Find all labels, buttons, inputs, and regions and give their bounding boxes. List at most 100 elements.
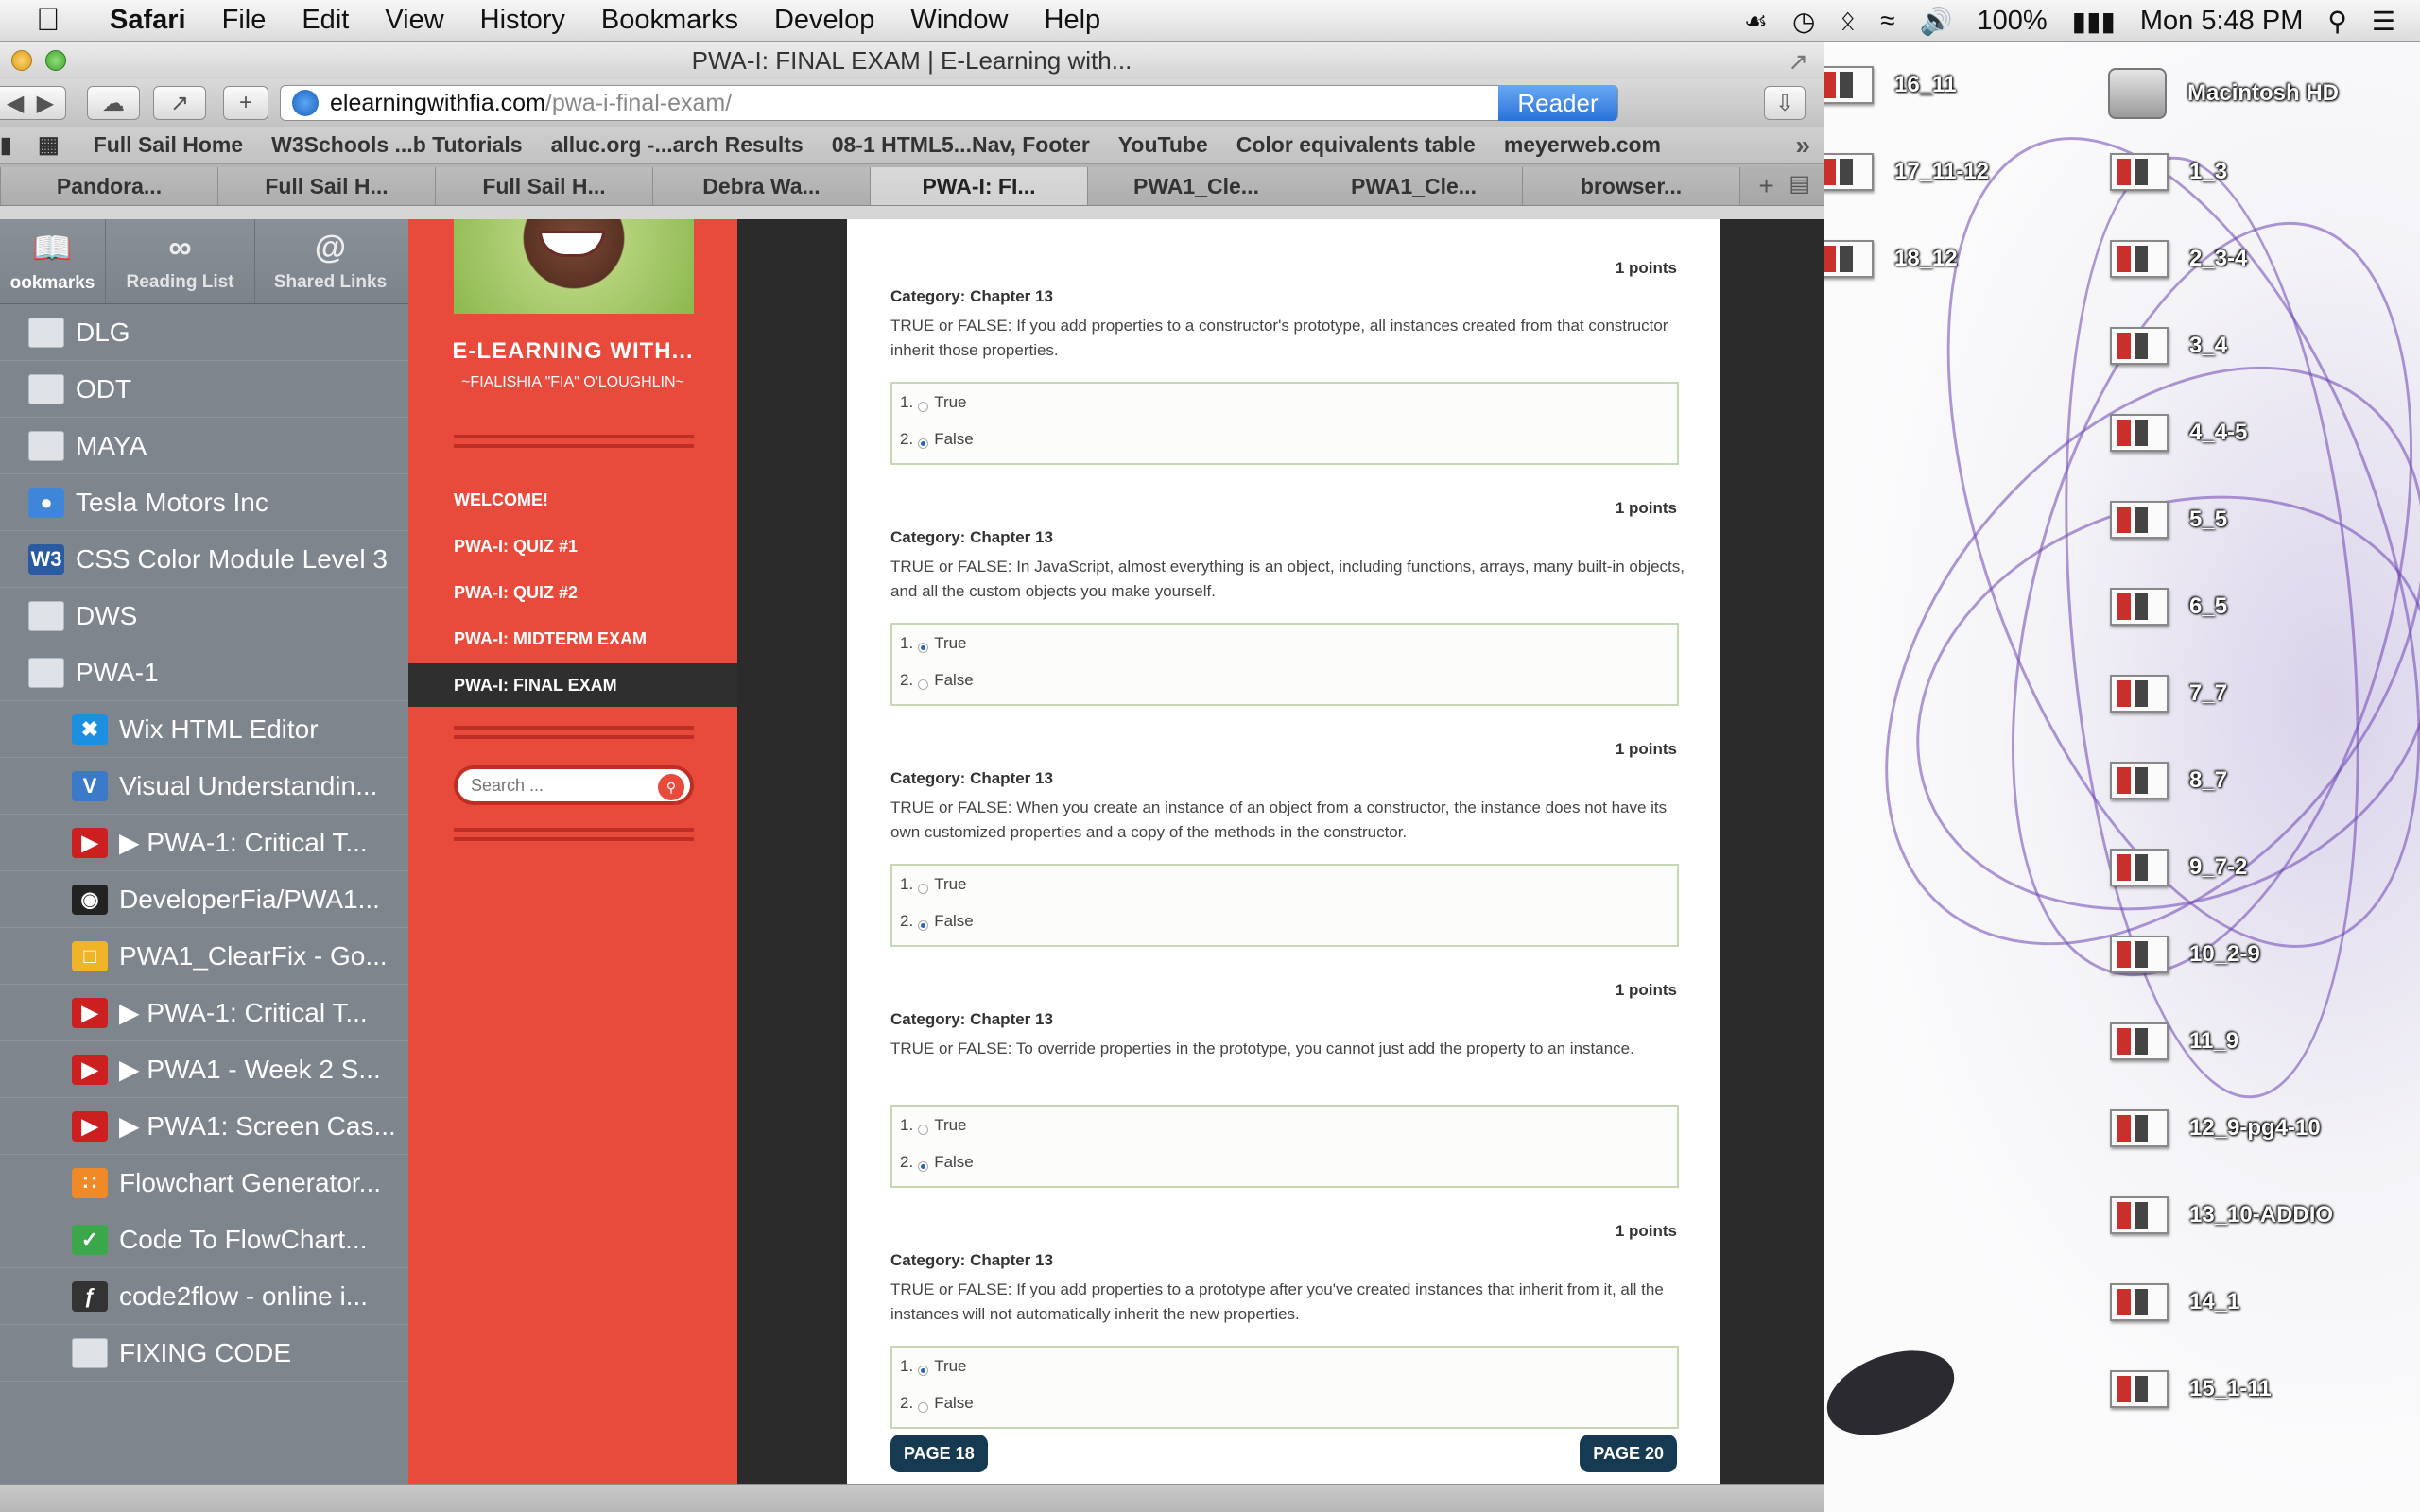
- bluetooth-icon[interactable]: ᛟ: [1840, 6, 1856, 36]
- next-page-button[interactable]: PAGE 20: [1580, 1435, 1677, 1472]
- new-tab-plus-icon[interactable]: +: [1739, 167, 1792, 205]
- address-bar[interactable]: elearningwithfia.com/pwa-i-final-exam/ ↻…: [280, 85, 1618, 121]
- desktop-file-icon[interactable]: 18_12: [1824, 240, 1958, 278]
- sidebar-bookmark-item[interactable]: PWA-1: [0, 644, 408, 701]
- radio-button[interactable]: [918, 1124, 929, 1135]
- new-tab-button[interactable]: +: [223, 86, 268, 120]
- nav-quiz-1[interactable]: PWA-I: QUIZ #1: [408, 524, 737, 568]
- prev-page-button[interactable]: PAGE 18: [890, 1435, 988, 1472]
- desktop-file-icon[interactable]: 16_11: [1824, 66, 1956, 104]
- nav-final-exam[interactable]: PWA-I: FINAL EXAM: [408, 663, 737, 707]
- sidebar-tab-shared-links[interactable]: @ Shared Links: [255, 219, 406, 303]
- radio-button[interactable]: [918, 919, 929, 931]
- sidebar-bookmark-item[interactable]: W3 CSS Color Module Level 3: [0, 531, 408, 588]
- sidebar-bookmark-item[interactable]: ƒ code2flow - online i...: [0, 1268, 408, 1325]
- sidebar-bookmark-item[interactable]: ▶ ▶ PWA-1: Critical T...: [0, 815, 408, 871]
- url-host[interactable]: elearningwithfia.com: [330, 90, 545, 117]
- answer-option[interactable]: 2. False: [900, 912, 974, 931]
- tab-pandora[interactable]: Pandora...: [0, 167, 217, 205]
- desktop-file-icon[interactable]: 9_7-2: [2110, 849, 2247, 886]
- radio-button[interactable]: [918, 438, 929, 449]
- menu-edit[interactable]: Edit: [302, 5, 349, 36]
- sidebar-bookmark-item[interactable]: ▶ ▶ PWA-1: Critical T...: [0, 985, 408, 1041]
- sidebar-bookmark-item[interactable]: □ PWA1_ClearFix - Go...: [0, 928, 408, 985]
- radio-button[interactable]: [918, 401, 929, 412]
- site-title[interactable]: E-LEARNING WITH...: [408, 338, 737, 365]
- sidebar-bookmark-item[interactable]: FIXING CODE: [0, 1325, 408, 1382]
- bookmark-color-equivalents[interactable]: Color equivalents table: [1236, 132, 1476, 158]
- forward-icon[interactable]: ▶: [37, 90, 54, 117]
- menu-app-safari[interactable]: Safari: [110, 5, 186, 36]
- tab-full-sail-1[interactable]: Full Sail H...: [217, 167, 435, 205]
- sidebar-bookmark-item[interactable]: ◉ DeveloperFia/PWA1...: [0, 871, 408, 928]
- radio-button[interactable]: [918, 1401, 929, 1413]
- back-forward-button[interactable]: ◀ ▶: [0, 86, 66, 120]
- sidebar-bookmark-item[interactable]: ODT: [0, 361, 408, 418]
- desktop-file-icon[interactable]: 2_3-4: [2110, 240, 2247, 278]
- clock[interactable]: Mon 5:48 PM: [2140, 6, 2303, 37]
- desktop-file-icon[interactable]: 17_11-12: [1824, 153, 1989, 191]
- time-machine-icon[interactable]: ◷: [1792, 6, 1815, 37]
- menu-develop[interactable]: Develop: [774, 5, 874, 36]
- nav-quiz-2[interactable]: PWA-I: QUIZ #2: [408, 571, 737, 614]
- notification-center-icon[interactable]: ☰: [2372, 6, 2395, 37]
- site-search-input[interactable]: [471, 775, 650, 796]
- desktop-file-icon[interactable]: 15_1-11: [2110, 1370, 2272, 1408]
- desktop-file-icon[interactable]: 3_4: [2110, 327, 2227, 365]
- show-sidebar-icon[interactable]: ▮: [0, 132, 19, 158]
- sidebar-bookmark-item[interactable]: MAYA: [0, 418, 408, 474]
- more-bookmarks-icon[interactable]: »: [1795, 130, 1810, 161]
- desktop-file-icon[interactable]: 14_1: [2110, 1283, 2239, 1321]
- answer-option[interactable]: 2. False: [900, 671, 974, 690]
- menu-bookmarks[interactable]: Bookmarks: [601, 5, 738, 36]
- bookmark-alluc[interactable]: alluc.org -...arch Results: [551, 132, 804, 158]
- radio-button[interactable]: [918, 642, 929, 653]
- desktop-file-icon[interactable]: 6_5: [2110, 588, 2227, 626]
- menu-window[interactable]: Window: [910, 5, 1008, 36]
- tab-pwa1-clearfix-1[interactable]: PWA1_Cle...: [1087, 167, 1305, 205]
- desktop-file-icon[interactable]: 1_3: [2110, 153, 2227, 191]
- evernote-icon[interactable]: ☙: [1744, 6, 1768, 37]
- volume-icon[interactable]: 🔊: [1920, 6, 1953, 37]
- apple-menu-icon[interactable]: : [36, 2, 83, 39]
- sidebar-bookmark-item[interactable]: ✓ Code To FlowChart...: [0, 1211, 408, 1268]
- sidebar-bookmark-item[interactable]: ▶ ▶ PWA1: Screen Cas...: [0, 1098, 408, 1155]
- tab-pwa-final-exam[interactable]: PWA-I: FI...: [870, 167, 1087, 205]
- battery-percent[interactable]: 100%: [1977, 6, 2047, 37]
- desktop-file-icon[interactable]: 8_7: [2110, 762, 2227, 799]
- sidebar-tab-reading-list[interactable]: ∞ Reading List: [106, 219, 255, 303]
- nav-welcome[interactable]: WELCOME!: [408, 478, 737, 522]
- icloud-tabs-button[interactable]: ☁: [87, 86, 140, 120]
- tab-full-sail-2[interactable]: Full Sail H...: [435, 167, 652, 205]
- downloads-button[interactable]: ⇩: [1764, 86, 1806, 120]
- radio-button[interactable]: [918, 679, 929, 690]
- spotlight-search-icon[interactable]: ⚲: [2327, 6, 2347, 37]
- bookmark-html5-nav-footer[interactable]: 08-1 HTML5...Nav, Footer: [832, 132, 1090, 158]
- title-bar[interactable]: PWA-I: FINAL EXAM | E-Learning with... ↗: [0, 42, 1824, 79]
- sidebar-bookmark-item[interactable]: ● Tesla Motors Inc: [0, 474, 408, 531]
- minimize-button[interactable]: [11, 50, 32, 71]
- url-path[interactable]: /pwa-i-final-exam/: [545, 90, 732, 117]
- radio-button[interactable]: [918, 1365, 929, 1376]
- tab-overview-icon[interactable]: ▤: [1789, 170, 1810, 198]
- answer-option[interactable]: 1. True: [900, 1357, 967, 1376]
- desktop-file-icon[interactable]: 13_10-ADDIO: [2110, 1196, 2333, 1234]
- bookmark-w3schools[interactable]: W3Schools ...b Tutorials: [271, 132, 522, 158]
- desktop-file-icon[interactable]: 7_7: [2110, 675, 2227, 713]
- sidebar-bookmark-item[interactable]: ✖ Wix HTML Editor: [0, 701, 408, 758]
- back-icon[interactable]: ◀: [7, 90, 24, 117]
- answer-option[interactable]: 2. False: [900, 430, 974, 449]
- answer-option[interactable]: 2. False: [900, 1394, 974, 1413]
- desktop-file-icon[interactable]: 5_5: [2110, 501, 2227, 539]
- menu-view[interactable]: View: [385, 5, 443, 36]
- answer-option[interactable]: 1. True: [900, 634, 967, 653]
- sidebar-tab-bookmarks[interactable]: 📖 ookmarks: [0, 219, 106, 303]
- sidebar-bookmark-item[interactable]: ▶ ▶ PWA1 - Week 2 S...: [0, 1041, 408, 1098]
- bookmark-youtube[interactable]: YouTube: [1118, 132, 1208, 158]
- sidebar-bookmark-item[interactable]: DWS: [0, 588, 408, 644]
- nav-midterm-exam[interactable]: PWA-I: MIDTERM EXAM: [408, 617, 737, 661]
- search-icon[interactable]: ⚲: [658, 774, 684, 800]
- answer-option[interactable]: 1. True: [900, 875, 967, 894]
- sidebar-bookmark-item[interactable]: ∷ Flowchart Generator...: [0, 1155, 408, 1211]
- sidebar-bookmark-item[interactable]: DLG: [0, 304, 408, 361]
